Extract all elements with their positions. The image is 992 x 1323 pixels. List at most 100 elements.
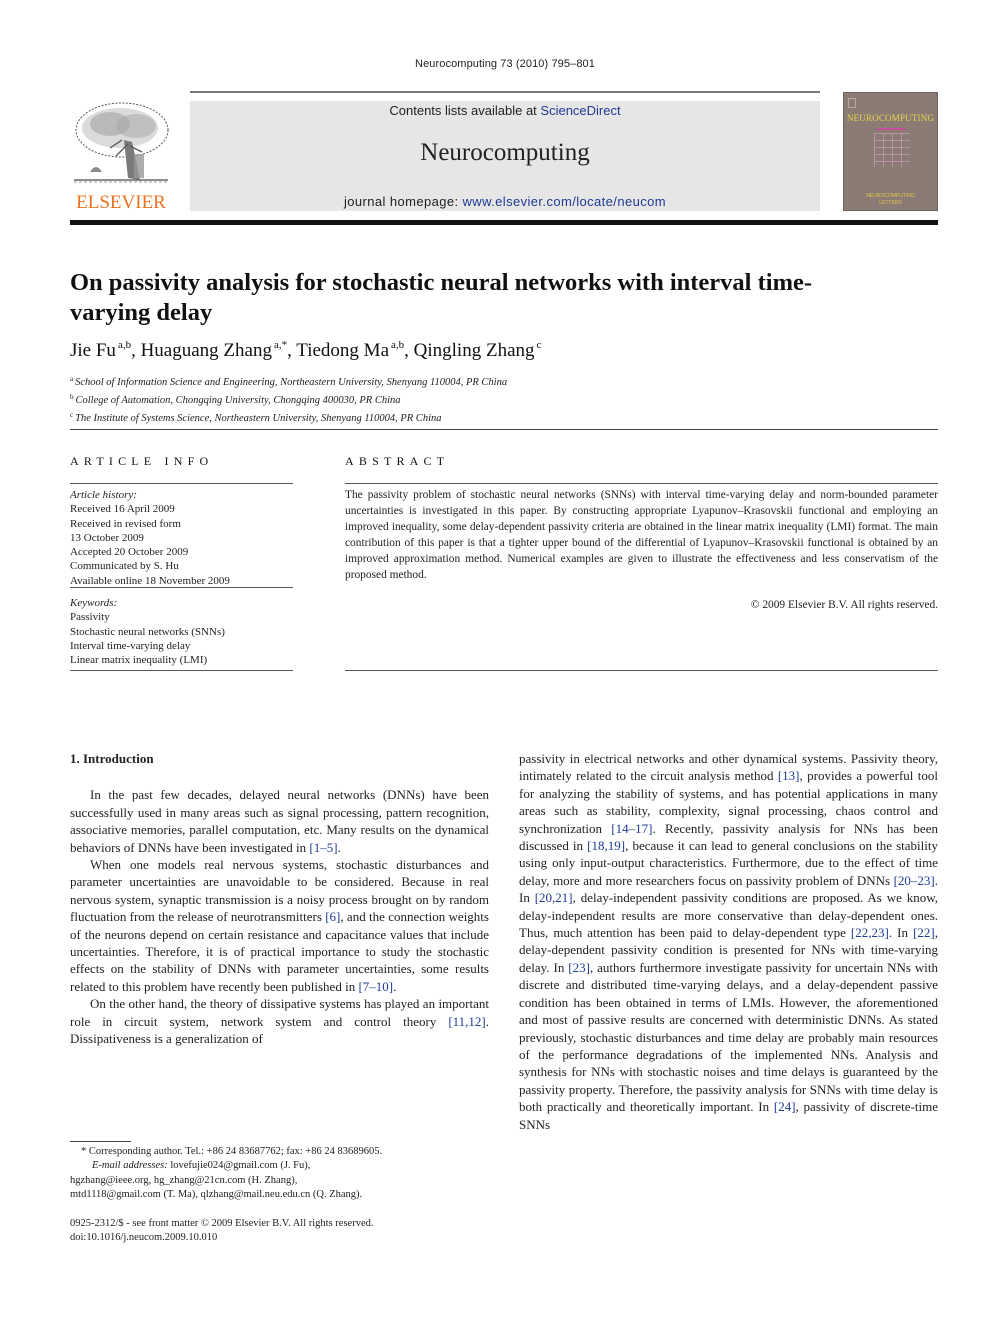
citation-link[interactable]: [11,12]	[448, 1014, 485, 1029]
section-heading-introduction: 1. Introduction	[70, 751, 154, 766]
article-history: Article history: Received 16 April 2009 …	[70, 488, 293, 588]
contents-prefix: Contents lists available at	[389, 103, 541, 118]
abstract-copyright: © 2009 Elsevier B.V. All rights reserved…	[750, 599, 938, 611]
article-info-rule-top	[70, 483, 293, 484]
footnote: * Corresponding author. Tel.: +86 24 836…	[70, 1145, 489, 1202]
cover-footer: NEUROCOMPUTING LETTERS	[844, 193, 937, 207]
article-info-rule-bottom	[70, 670, 293, 671]
contents-line: Contents lists available at ScienceDirec…	[190, 103, 820, 118]
citation-link[interactable]: [18,19]	[587, 838, 625, 853]
citation-link[interactable]: [24]	[774, 1099, 796, 1114]
cover-accent-bar	[877, 128, 905, 130]
homepage-prefix: journal homepage:	[344, 194, 463, 209]
affil-text: College of Automation, Chongqing Univers…	[75, 395, 401, 406]
author[interactable]: Qingling Zhang c	[413, 339, 542, 361]
header-top-rule	[190, 91, 820, 93]
author[interactable]: Huaguang Zhang a,*	[140, 339, 288, 361]
history-item: Received 16 April 2009	[70, 503, 175, 516]
keyword: Passivity	[70, 611, 110, 624]
citation-link[interactable]: [22]	[913, 925, 935, 940]
author[interactable]: Jie Fu a,b	[70, 339, 132, 361]
email-line[interactable]: mtd1118@gmail.com (T. Ma), qlzhang@mail.…	[70, 1188, 489, 1202]
body-column-left: 1. Introduction In the past few decades,…	[70, 750, 489, 1048]
body-paragraph: When one models real nervous systems, st…	[70, 856, 489, 995]
header-bottom-rule	[70, 220, 938, 225]
abstract-heading: ABSTRACT	[345, 454, 450, 468]
author-separator: ,	[287, 340, 297, 361]
elsevier-tree-icon	[70, 100, 172, 188]
email-addresses[interactable]: lovefujie024@gmail.com (J. Fu),	[168, 1160, 310, 1171]
cover-title: NEUROCOMPUTING	[846, 113, 935, 123]
paragraph-text: .	[337, 839, 341, 855]
article-info-heading: ARTICLE INFO	[70, 454, 214, 468]
paragraph-text: .	[393, 978, 397, 994]
abstract-rule-top	[345, 483, 938, 484]
journal-masthead: Contents lists available at ScienceDirec…	[190, 101, 820, 211]
author-affil-marker: a,b	[391, 339, 405, 351]
journal-name: Neurocomputing	[420, 139, 590, 166]
author-name: Tiedong Ma	[296, 340, 390, 361]
footnote-rule	[70, 1141, 131, 1142]
abstract-rule-bottom	[345, 670, 938, 671]
history-item: Communicated by S. Hu	[70, 560, 179, 573]
history-item: Accepted 20 October 2009	[70, 546, 189, 559]
keyword: Stochastic neural networks (SNNs)	[70, 625, 225, 638]
body-paragraph: passivity in electrical networks and oth…	[519, 750, 938, 1133]
author-affil-marker: a,b	[117, 339, 132, 351]
journal-cover-thumbnail[interactable]: NEUROCOMPUTING NEUROCOMPUTING LETTERS	[843, 92, 938, 211]
affil-key: c	[70, 411, 74, 419]
citation-link[interactable]: [13]	[778, 768, 800, 783]
citation-link[interactable]: [7–10]	[358, 979, 393, 994]
issn-line: 0925-2312/$ - see front matter © 2009 El…	[70, 1218, 374, 1229]
elsevier-wordmark: ELSEVIER	[76, 192, 166, 213]
keyword: Interval time-varying delay	[70, 639, 191, 652]
author-name: Qingling Zhang	[413, 340, 535, 361]
doi[interactable]: doi:10.1016/j.neucom.2009.10.010	[70, 1231, 489, 1245]
keyword: Linear matrix inequality (LMI)	[70, 654, 208, 667]
cover-publisher-icon	[848, 98, 856, 108]
cover-grid-graphic	[874, 133, 910, 167]
author-name: Jie Fu	[70, 340, 116, 361]
author[interactable]: Tiedong Ma a,b	[296, 339, 405, 361]
affiliation: c The Institute of Systems Science, North…	[70, 408, 870, 426]
cover-foot-line2: LETTERS	[879, 200, 902, 206]
author-list: Jie Fu a,b, Huaguang Zhang a,*, Tiedong Ma…	[70, 339, 870, 362]
body-paragraph: In the past few decades, delayed neural …	[70, 786, 489, 856]
citation-link[interactable]: [14–17]	[611, 821, 652, 836]
article-title: On passivity analysis for stochastic neu…	[70, 269, 813, 326]
paragraph-text: , authors furthermore investigate passiv…	[519, 959, 939, 1115]
sciencedirect-link[interactable]: ScienceDirect	[540, 103, 620, 118]
author-separator: ,	[404, 340, 414, 361]
citation-link[interactable]: [20–23]	[894, 873, 935, 888]
citation-link[interactable]: [23]	[568, 960, 590, 975]
affil-key: b	[70, 393, 74, 401]
email-line: E-mail addresses: lovefujie024@gmail.com…	[70, 1159, 489, 1173]
history-item: Available online 18 November 2009	[70, 574, 230, 587]
article-history-label: Article history:	[70, 489, 137, 501]
elsevier-logo[interactable]: ELSEVIER	[70, 100, 172, 213]
body-column-right: passivity in electrical networks and oth…	[519, 750, 938, 1133]
email-label: E-mail addresses:	[92, 1160, 168, 1172]
journal-homepage-link[interactable]: www.elsevier.com/locate/neucom	[463, 194, 666, 209]
paragraph-text: On the other hand, the theory of dissipa…	[70, 996, 489, 1029]
author-name: Huaguang Zhang	[140, 340, 272, 361]
homepage-line: journal homepage: www.elsevier.com/locat…	[190, 194, 820, 209]
body-paragraph: On the other hand, the theory of dissipa…	[70, 995, 489, 1047]
citation-link[interactable]: [6]	[325, 909, 340, 924]
article-info-rule-mid	[70, 587, 293, 588]
email-line[interactable]: hgzhang@ieee.org, hg_zhang@21cn.com (H. …	[70, 1174, 489, 1188]
affiliation: a School of Information Science and Engin…	[70, 372, 870, 390]
front-matter: 0925-2312/$ - see front matter © 2009 El…	[70, 1217, 489, 1246]
affiliation: b College of Automation, Chongqing Univer…	[70, 390, 870, 408]
author-separator: ,	[131, 340, 141, 361]
corresponding-author-note: * Corresponding author. Tel.: +86 24 836…	[81, 1146, 383, 1157]
paragraph-text: . In	[888, 925, 914, 941]
history-item: 13 October 2009	[70, 531, 144, 544]
citation-link[interactable]: [20,21]	[535, 890, 573, 905]
affil-text: School of Information Science and Engine…	[75, 377, 508, 388]
author-affil-marker: a,*	[273, 339, 288, 351]
affil-key: a	[70, 375, 74, 383]
citation-link[interactable]: [1–5]	[309, 840, 337, 855]
citation-link[interactable]: [22,23]	[851, 925, 889, 940]
cover-foot-line1: NEUROCOMPUTING	[866, 193, 915, 199]
